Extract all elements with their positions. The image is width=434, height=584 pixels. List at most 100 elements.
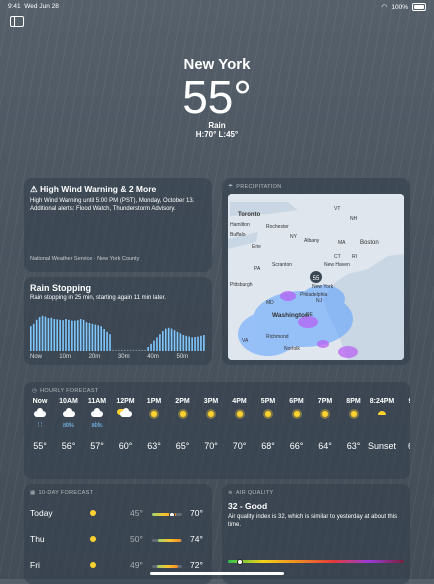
rain-axis-label: 10m	[59, 354, 71, 360]
hourly-item: 11AM ╎╎ 80% 57°	[83, 398, 111, 451]
alert-body: High Wind Warning until 5:00 PM (PST), M…	[30, 198, 195, 212]
forecast-row[interactable]: Today 45° 70°	[30, 508, 206, 522]
rain-bar	[188, 336, 191, 351]
hourly-time: 12PM	[116, 398, 135, 405]
hourly-temp: 63°	[346, 441, 361, 451]
rain-bar	[112, 349, 114, 351]
rain-bar	[200, 335, 202, 351]
hourly-temp: Sunset	[368, 441, 397, 451]
hourly-time: Now	[32, 398, 48, 405]
status-time: 9:41 Wed Jun 28	[8, 3, 59, 10]
sun-icon	[90, 536, 96, 542]
rain-bar	[74, 320, 76, 351]
forecast-header: ▦ 10-DAY FORECAST	[30, 490, 212, 496]
rain-bar	[41, 315, 44, 351]
hourly-item: 6PM 66°	[283, 398, 311, 451]
hourly-item: 12PM 60°	[112, 398, 140, 451]
sunset-icon	[368, 411, 396, 431]
forecast-low: 45°	[130, 508, 143, 518]
forecast-day: Today	[30, 508, 53, 518]
rain-bar	[38, 317, 41, 351]
hourly-time: 8:24PM	[369, 398, 395, 405]
map-label-scranton: Scranton	[272, 262, 293, 268]
rain-bar	[115, 349, 117, 351]
hourly-time: 4PM	[232, 398, 247, 405]
map-label-vt: VT	[334, 206, 341, 212]
clock: 9:41	[8, 3, 21, 10]
hourly-item: 3PM 70°	[197, 398, 225, 451]
hourly-temp: 64°	[318, 441, 332, 451]
rain-bar	[56, 319, 59, 351]
wifi-icon: ◠	[381, 4, 388, 11]
hourly-temp: 60°	[118, 441, 133, 451]
severe-weather-alert-card[interactable]: ⚠ High Wind Warning & 2 More High Wind W…	[24, 178, 212, 272]
rain-forecast-card[interactable]: Rain Stopping Rain stopping in 25 min, s…	[24, 277, 212, 365]
sun-icon	[90, 510, 96, 516]
partly-cloudy-icon	[112, 408, 140, 431]
rain-bar	[118, 349, 120, 351]
map-labels: Toronto Hamilton Rochester Buffalo Erie …	[228, 194, 404, 360]
rain-bar	[147, 347, 149, 351]
map-label-toronto: Toronto	[238, 212, 261, 218]
hourly-temp: 57°	[90, 441, 104, 451]
map-label-boston: Boston	[360, 240, 379, 246]
rain-axis-label: Now	[30, 354, 43, 360]
forecast-high: 74°	[190, 534, 203, 544]
sun-icon	[254, 411, 282, 431]
rain-cloud-icon: ╎╎	[26, 408, 54, 431]
hourly-item: 5PM 68°	[254, 398, 282, 451]
temp-range-fill	[156, 565, 179, 568]
alert-title-text: High Wind Warning & 2 More	[40, 184, 157, 194]
rain-bar	[100, 326, 103, 351]
rain-bar	[82, 319, 85, 351]
battery-icon	[412, 3, 426, 11]
air-quality-card[interactable]: ≋ AIR QUALITY 32 - Good Air quality inde…	[222, 484, 410, 584]
air-icon: ≋	[228, 490, 233, 496]
home-indicator[interactable]	[150, 572, 284, 575]
ten-day-forecast-card[interactable]: ▦ 10-DAY FORECAST Today 45° 70° Thu 50° 74° Fr…	[24, 484, 212, 584]
alert-source: National Weather Service · New York Coun…	[30, 256, 140, 262]
hourly-temp: 70°	[204, 441, 218, 451]
hourly-list[interactable]: Now ╎╎ 55° 10AM ╎╎ 80% 56° 11AM ╎╎ 80% 57° 12PM 60° 1…	[28, 398, 410, 478]
forecast-low: 50°	[130, 534, 143, 544]
rain-bar	[173, 330, 176, 351]
rain-bar	[156, 337, 158, 351]
map-label-pittsburgh: Pittsburgh	[230, 282, 253, 288]
forecast-low: 49°	[130, 560, 143, 570]
sidebar-toggle-icon[interactable]	[10, 16, 24, 27]
forecast-day: Thu	[30, 534, 45, 544]
map-label-rochester: Rochester	[266, 224, 289, 230]
rain-bar	[129, 349, 132, 351]
rain-bar	[85, 322, 88, 351]
rain-cloud-icon: ╎╎ 80%	[55, 408, 83, 431]
current-temperature: 55°	[182, 71, 252, 123]
precipitation-map[interactable]: 55 Toronto Hamilton Rochester Buffalo Er…	[228, 194, 404, 360]
forecast-row[interactable]: Thu 50° 74°	[30, 534, 206, 548]
high-low: H:70° L:45°	[195, 130, 239, 139]
sun-icon	[340, 411, 368, 431]
rain-bar	[191, 337, 193, 351]
rain-bar	[106, 331, 108, 351]
hourly-item: 2PM 65°	[169, 398, 197, 451]
clock-icon: ◷	[32, 388, 38, 394]
rain-bar	[109, 334, 111, 351]
forecast-high: 70°	[190, 508, 203, 518]
rain-bar	[150, 343, 152, 351]
rain-bar	[88, 323, 91, 351]
rain-bar	[68, 319, 70, 351]
map-label-de: DE	[306, 312, 313, 318]
aq-header-text: AIR QUALITY	[235, 490, 274, 496]
rain-bar	[71, 320, 73, 351]
hourly-forecast-card[interactable]: ◷ HOURLY FORECAST Now ╎╎ 55° 10AM ╎╎ 80% 56° 11…	[24, 382, 410, 479]
precipitation-map-card[interactable]: ☂ PRECIPITATION 55 Toronto Hamilton Roch…	[222, 178, 410, 365]
hourly-temp: 68°	[261, 441, 275, 451]
rain-bar	[153, 340, 155, 351]
temp-range-bar	[152, 513, 182, 516]
rain-axis: Now 10m 20m 30m 40m 50m	[30, 354, 206, 362]
umbrella-icon: ☂	[228, 184, 234, 190]
hourly-item: 8:24PM Sunset	[368, 398, 396, 451]
hourly-item: 1PM 63°	[140, 398, 168, 451]
rain-bar	[44, 316, 47, 351]
rain-bar	[103, 329, 105, 351]
rain-bar	[159, 334, 161, 351]
